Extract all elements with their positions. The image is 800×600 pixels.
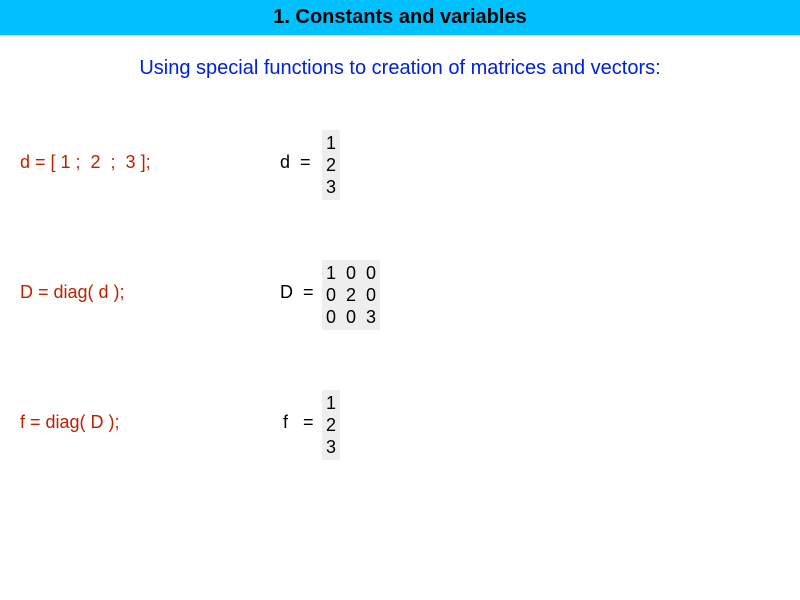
output-label: D =	[280, 282, 314, 303]
output-matrix: 1 2 3	[322, 390, 340, 460]
output-matrix: 1 0 0 0 2 0 0 0 3	[322, 260, 380, 330]
page-title: 1. Constants and variables	[0, 0, 800, 35]
output-label: d =	[280, 152, 311, 173]
code-expression: d = [ 1 ; 2 ; 3 ];	[20, 152, 151, 173]
subtitle: Using special functions to creation of m…	[0, 57, 800, 80]
code-expression: f = diag( D );	[20, 412, 120, 433]
output-matrix: 1 2 3	[322, 130, 340, 200]
output-label: f =	[283, 412, 314, 433]
code-expression: D = diag( d );	[20, 282, 125, 303]
